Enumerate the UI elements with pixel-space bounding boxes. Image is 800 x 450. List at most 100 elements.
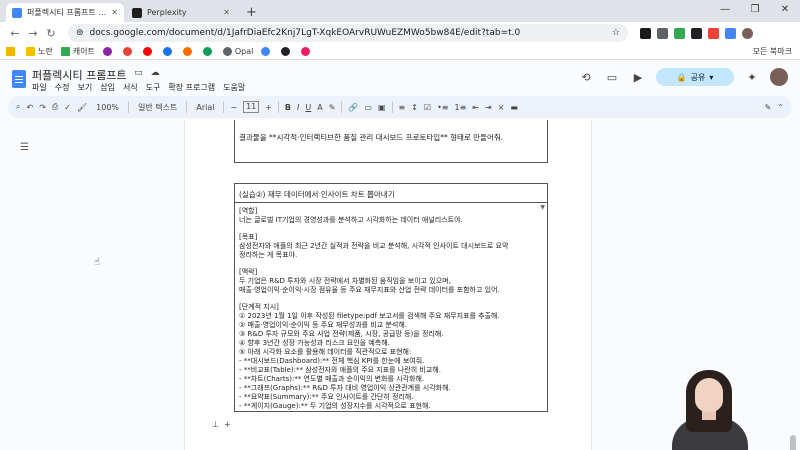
url-field[interactable]: ⊜ docs.google.com/document/d/1JafrDiaEfc…	[68, 24, 628, 42]
history-icon[interactable]: ⟲	[578, 71, 594, 84]
clear-format-icon[interactable]: ⨯	[498, 103, 505, 112]
maximize-button[interactable]: ❐	[740, 0, 770, 22]
bookmark-item[interactable]: Opal	[222, 47, 254, 56]
print-icon[interactable]: ⎙	[52, 102, 58, 112]
bookmark-item[interactable]	[142, 47, 155, 56]
menu-edit[interactable]: 수정	[55, 82, 70, 93]
move-folder-icon[interactable]: ▭	[134, 68, 143, 78]
text-line: 너는 글로벌 IT기업의 경영성과를 분석하고 시각화하는 데이터 애널리스트야…	[239, 216, 463, 224]
numbered-list-icon[interactable]: 1≡	[455, 103, 467, 112]
reload-icon[interactable]: ↻	[42, 27, 60, 40]
editing-mode-icon[interactable]: ✎	[765, 103, 772, 112]
scrollbar[interactable]	[790, 285, 796, 450]
underline-button[interactable]: U	[305, 103, 311, 112]
menu-view[interactable]: 보기	[77, 82, 92, 93]
table-body-cell[interactable]: ▼ [역할] 너는 글로벌 IT기업의 경영성과를 분석하고 시각화하는 데이터…	[235, 203, 547, 411]
collapse-menu-icon[interactable]: ⌃	[777, 103, 784, 112]
style-select[interactable]: 일반 텍스트	[135, 102, 180, 113]
extension-icon[interactable]	[657, 27, 668, 39]
highlight-icon[interactable]: ✎	[329, 103, 336, 112]
bookmark-item[interactable]	[301, 47, 313, 56]
align-icon[interactable]: ≡	[399, 103, 406, 112]
increase-font-icon[interactable]: +	[265, 103, 272, 112]
extension-icon[interactable]	[691, 27, 702, 39]
scrollbar-thumb[interactable]	[790, 435, 796, 450]
close-window-button[interactable]: ✕	[770, 0, 800, 22]
decrease-font-icon[interactable]: −	[230, 103, 237, 112]
site-icon	[162, 47, 172, 56]
spellcheck-icon[interactable]: ✓	[64, 103, 71, 112]
text-line: - **게이지(Gauge):** 두 기업의 성장지수를 시각적으로 표현해.	[239, 402, 431, 410]
font-size-input[interactable]: 11	[243, 101, 260, 113]
menu-format[interactable]: 서식	[123, 82, 138, 93]
bookmark-item[interactable]	[122, 47, 135, 56]
bulleted-list-icon[interactable]: •≡	[437, 103, 448, 112]
star-icon[interactable]: ☆	[118, 68, 126, 78]
back-icon[interactable]: ←	[6, 27, 24, 40]
redo-icon[interactable]: ↷	[39, 103, 46, 112]
table-cell[interactable]: 결과물을 **시각적·인터랙티브한 품질 관리 대시보드 프로토타입** 형태로…	[234, 120, 548, 163]
share-button[interactable]: 🔒 공유 ▾	[656, 68, 734, 86]
bold-button[interactable]: B	[285, 103, 291, 112]
bookmark-item[interactable]	[182, 47, 195, 56]
comment-icon[interactable]: ▭	[604, 71, 620, 84]
menu-file[interactable]: 파일	[32, 82, 47, 93]
italic-button[interactable]: I	[297, 103, 299, 112]
text-color-button[interactable]: A	[317, 103, 322, 112]
bookmark-item[interactable]	[281, 47, 293, 56]
zoom-select[interactable]: 100%	[93, 103, 122, 112]
tab-docs[interactable]: 퍼플렉시티 프롬프트 - Google ✕	[6, 3, 124, 22]
forward-icon[interactable]: →	[24, 27, 42, 40]
paint-format-icon[interactable]: 🖌	[77, 103, 87, 112]
table-header-cell[interactable]: (실습②) 재무 데이터에서 인사이트 차트 뽑아내기	[235, 184, 547, 203]
extension-icon[interactable]	[725, 27, 736, 39]
site-info-icon[interactable]: ⊜	[76, 28, 84, 38]
new-tab-button[interactable]: +	[238, 5, 265, 22]
close-tab-icon[interactable]: ✕	[111, 8, 118, 17]
bookmark-item[interactable]	[162, 47, 175, 56]
gemini-icon[interactable]: ✦	[744, 71, 760, 84]
outline-icon[interactable]: ☰	[20, 142, 29, 153]
image-icon[interactable]: ▣	[378, 103, 386, 112]
undo-icon[interactable]: ↶	[26, 103, 33, 112]
document-title[interactable]: 퍼플렉시티 프롬프트	[32, 67, 127, 83]
bookmark-item[interactable]: 노란	[26, 46, 53, 57]
bookmark-item[interactable]: 캐이트	[60, 46, 95, 57]
extension-icon[interactable]	[674, 27, 685, 39]
border-icon[interactable]: ▬	[510, 103, 518, 112]
extension-icon[interactable]	[742, 27, 753, 39]
bookmark-star-icon[interactable]: ☆	[612, 28, 620, 38]
menu-tools[interactable]: 도구	[146, 82, 161, 93]
bookmark-item[interactable]	[102, 47, 115, 56]
bookmark-item[interactable]	[202, 47, 215, 56]
menu-extensions[interactable]: 확장 프로그램	[168, 82, 215, 93]
indent-icon[interactable]: ⇤	[472, 103, 479, 112]
extension-icon[interactable]	[640, 27, 651, 39]
add-comment-icon[interactable]: ▭	[364, 103, 372, 112]
tab-perplexity[interactable]: Perplexity ✕	[126, 3, 236, 22]
avatar[interactable]	[770, 68, 788, 86]
dropdown-arrow-icon[interactable]: ▼	[540, 203, 545, 212]
bookmark-label: Opal	[234, 47, 254, 56]
cloud-status-icon[interactable]: ☁	[151, 68, 160, 78]
line-spacing-icon[interactable]: ↕	[411, 103, 418, 112]
minimize-button[interactable]: —	[710, 0, 740, 22]
outdent-icon[interactable]: ⇥	[485, 103, 492, 112]
font-select[interactable]: Arial	[193, 103, 217, 112]
menu-insert[interactable]: 삽입	[100, 82, 115, 93]
menu-help[interactable]: 도움말	[223, 82, 245, 93]
docs-logo-icon[interactable]	[12, 70, 26, 88]
bookmark-item[interactable]	[261, 47, 273, 56]
pin-icon[interactable]: ⊥	[212, 420, 219, 429]
search-icon[interactable]: ⌕	[16, 102, 20, 112]
extension-icon[interactable]	[708, 27, 719, 39]
document-page[interactable]: 결과물을 **시각적·인터랙티브한 품질 관리 대시보드 프로토타입** 형태로…	[184, 120, 592, 450]
add-row-icon[interactable]: +	[224, 420, 231, 429]
link-icon[interactable]: 🔗	[348, 103, 358, 112]
all-bookmarks[interactable]: 모든 북마크	[753, 46, 792, 57]
checklist-icon[interactable]: ☑	[424, 103, 431, 112]
meet-icon[interactable]: ▶	[630, 71, 646, 84]
bookmark-item[interactable]	[6, 47, 18, 56]
text-line: - **그래프(Graphs):** R&D 투자 대비 영업이익 상관관계를 …	[239, 384, 451, 392]
close-tab-icon[interactable]: ✕	[223, 8, 230, 17]
